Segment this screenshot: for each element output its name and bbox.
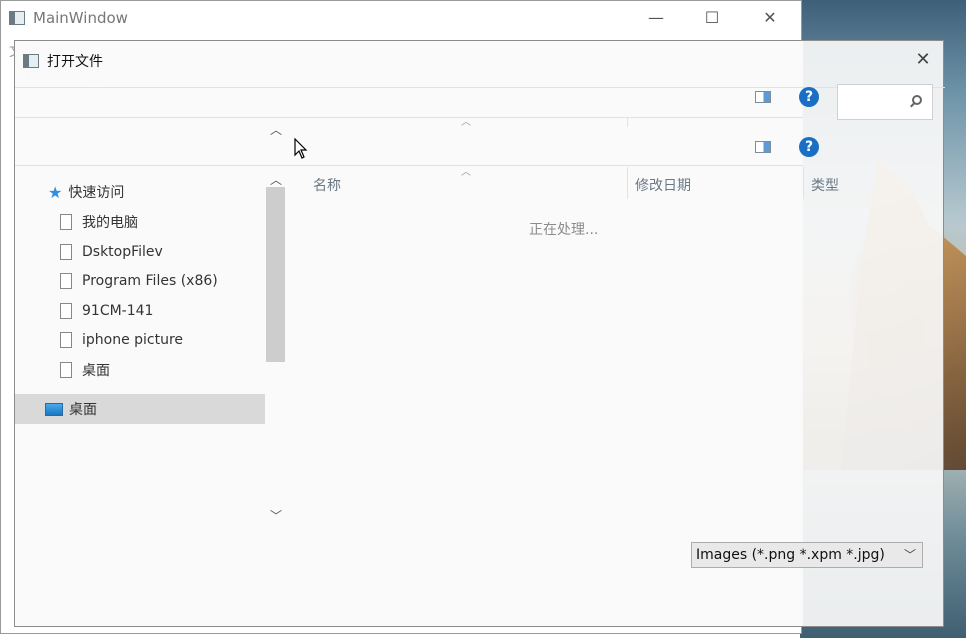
- status-text: 正在处理...: [529, 222, 599, 238]
- nav-item[interactable]: 桌面: [60, 358, 110, 382]
- chevron-down-icon: ﹀: [903, 548, 916, 562]
- main-titlebar: MainWindow: [9, 5, 128, 31]
- maximize-button[interactable]: ☐: [689, 1, 735, 33]
- nav-item-label: 桌面: [69, 402, 97, 418]
- main-window-title: MainWindow: [33, 9, 128, 27]
- help-icon[interactable]: ?: [799, 137, 819, 157]
- open-file-dialog: 打开文件 ✕ ? ? ︿ ︿ 名称 修改日期 类型 正在处理... ︿ ︿ ﹀ …: [14, 40, 945, 627]
- app-icon: [9, 11, 25, 25]
- nav-item-label: 桌面: [82, 363, 110, 379]
- nav-quick-access[interactable]: ★ 快速访问: [48, 180, 124, 204]
- close-button[interactable]: ✕: [747, 1, 793, 33]
- column-type[interactable]: 类型: [811, 175, 839, 195]
- file-icon: [60, 214, 72, 230]
- column-separator: [803, 167, 804, 199]
- nav-item-label: 我的电脑: [82, 215, 138, 231]
- column-separator: [627, 167, 628, 199]
- nav-item[interactable]: Program Files (x86): [60, 269, 218, 293]
- preview-pane-icon[interactable]: [755, 141, 771, 153]
- nav-item[interactable]: 91CM-141: [60, 299, 153, 323]
- mouse-cursor-icon: [294, 138, 308, 159]
- nav-item-label: DsktopFilev: [82, 244, 163, 260]
- file-icon: [60, 362, 72, 378]
- search-input[interactable]: [837, 84, 933, 120]
- nav-item[interactable]: DsktopFilev: [60, 240, 163, 264]
- divider: [15, 117, 803, 118]
- preview-pane-icon[interactable]: [755, 91, 771, 103]
- scroll-up-icon[interactable]: ︿: [270, 121, 282, 138]
- dialog-titlebar: 打开文件: [23, 49, 103, 73]
- nav-item[interactable]: iphone picture: [60, 328, 183, 352]
- file-icon: [60, 244, 72, 260]
- nav-item-label: 快速访问: [68, 185, 125, 201]
- star-icon: ★: [48, 182, 63, 202]
- column-separator: [627, 117, 628, 127]
- help-icon[interactable]: ?: [799, 87, 819, 107]
- minimize-button[interactable]: —: [633, 1, 679, 33]
- dialog-title: 打开文件: [47, 54, 103, 70]
- file-icon: [60, 303, 72, 319]
- nav-item[interactable]: 我的电脑: [60, 210, 138, 234]
- nav-item-label: iphone picture: [82, 332, 184, 348]
- column-modified[interactable]: 修改日期: [635, 175, 691, 195]
- column-name[interactable]: 名称: [313, 175, 341, 195]
- search-icon: [912, 95, 922, 105]
- nav-desktop[interactable]: 桌面: [45, 397, 97, 421]
- nav-item-label: Program Files (x86): [82, 273, 218, 289]
- nav-selected-row[interactable]: 桌面: [15, 394, 265, 424]
- file-icon: [60, 332, 72, 348]
- dialog-icon: [23, 54, 39, 68]
- nav-item-label: 91CM-141: [82, 303, 154, 319]
- sort-up-icon: ︿: [461, 167, 471, 178]
- dialog-close-button[interactable]: ✕: [911, 47, 935, 71]
- filter-value: Images (*.png *.xpm *.jpg): [696, 547, 885, 563]
- sort-up-icon: ︿: [461, 117, 471, 128]
- file-icon: [60, 273, 72, 289]
- file-type-filter[interactable]: Images (*.png *.xpm *.jpg) ﹀: [691, 542, 923, 568]
- desktop-icon: [45, 402, 63, 416]
